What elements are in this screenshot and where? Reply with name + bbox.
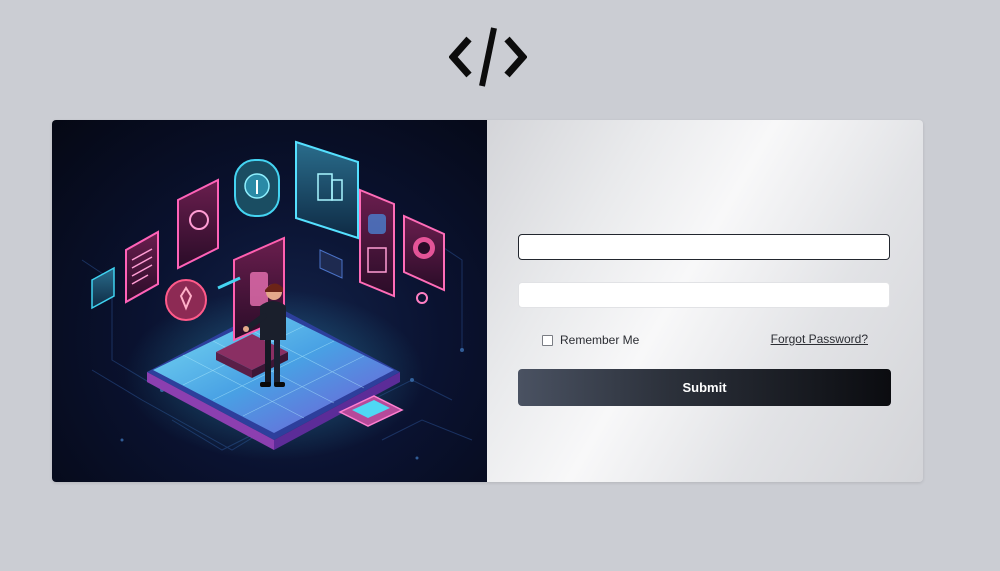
remember-me-checkbox[interactable] — [542, 334, 553, 346]
isometric-tech-illustration — [81, 140, 473, 460]
login-form-panel: Remember Me Forgot Password? Submit — [487, 120, 923, 482]
forgot-password-link[interactable]: Forgot Password? — [771, 332, 868, 346]
login-card: Remember Me Forgot Password? Submit — [52, 120, 923, 482]
password-field[interactable] — [518, 282, 890, 308]
tech-illustration — [52, 120, 487, 482]
remember-me[interactable]: Remember Me — [542, 332, 639, 348]
username-field[interactable] — [518, 234, 890, 260]
submit-button[interactable]: Submit — [518, 369, 891, 406]
remember-me-label: Remember Me — [560, 333, 640, 347]
code-brackets-icon — [449, 27, 527, 87]
